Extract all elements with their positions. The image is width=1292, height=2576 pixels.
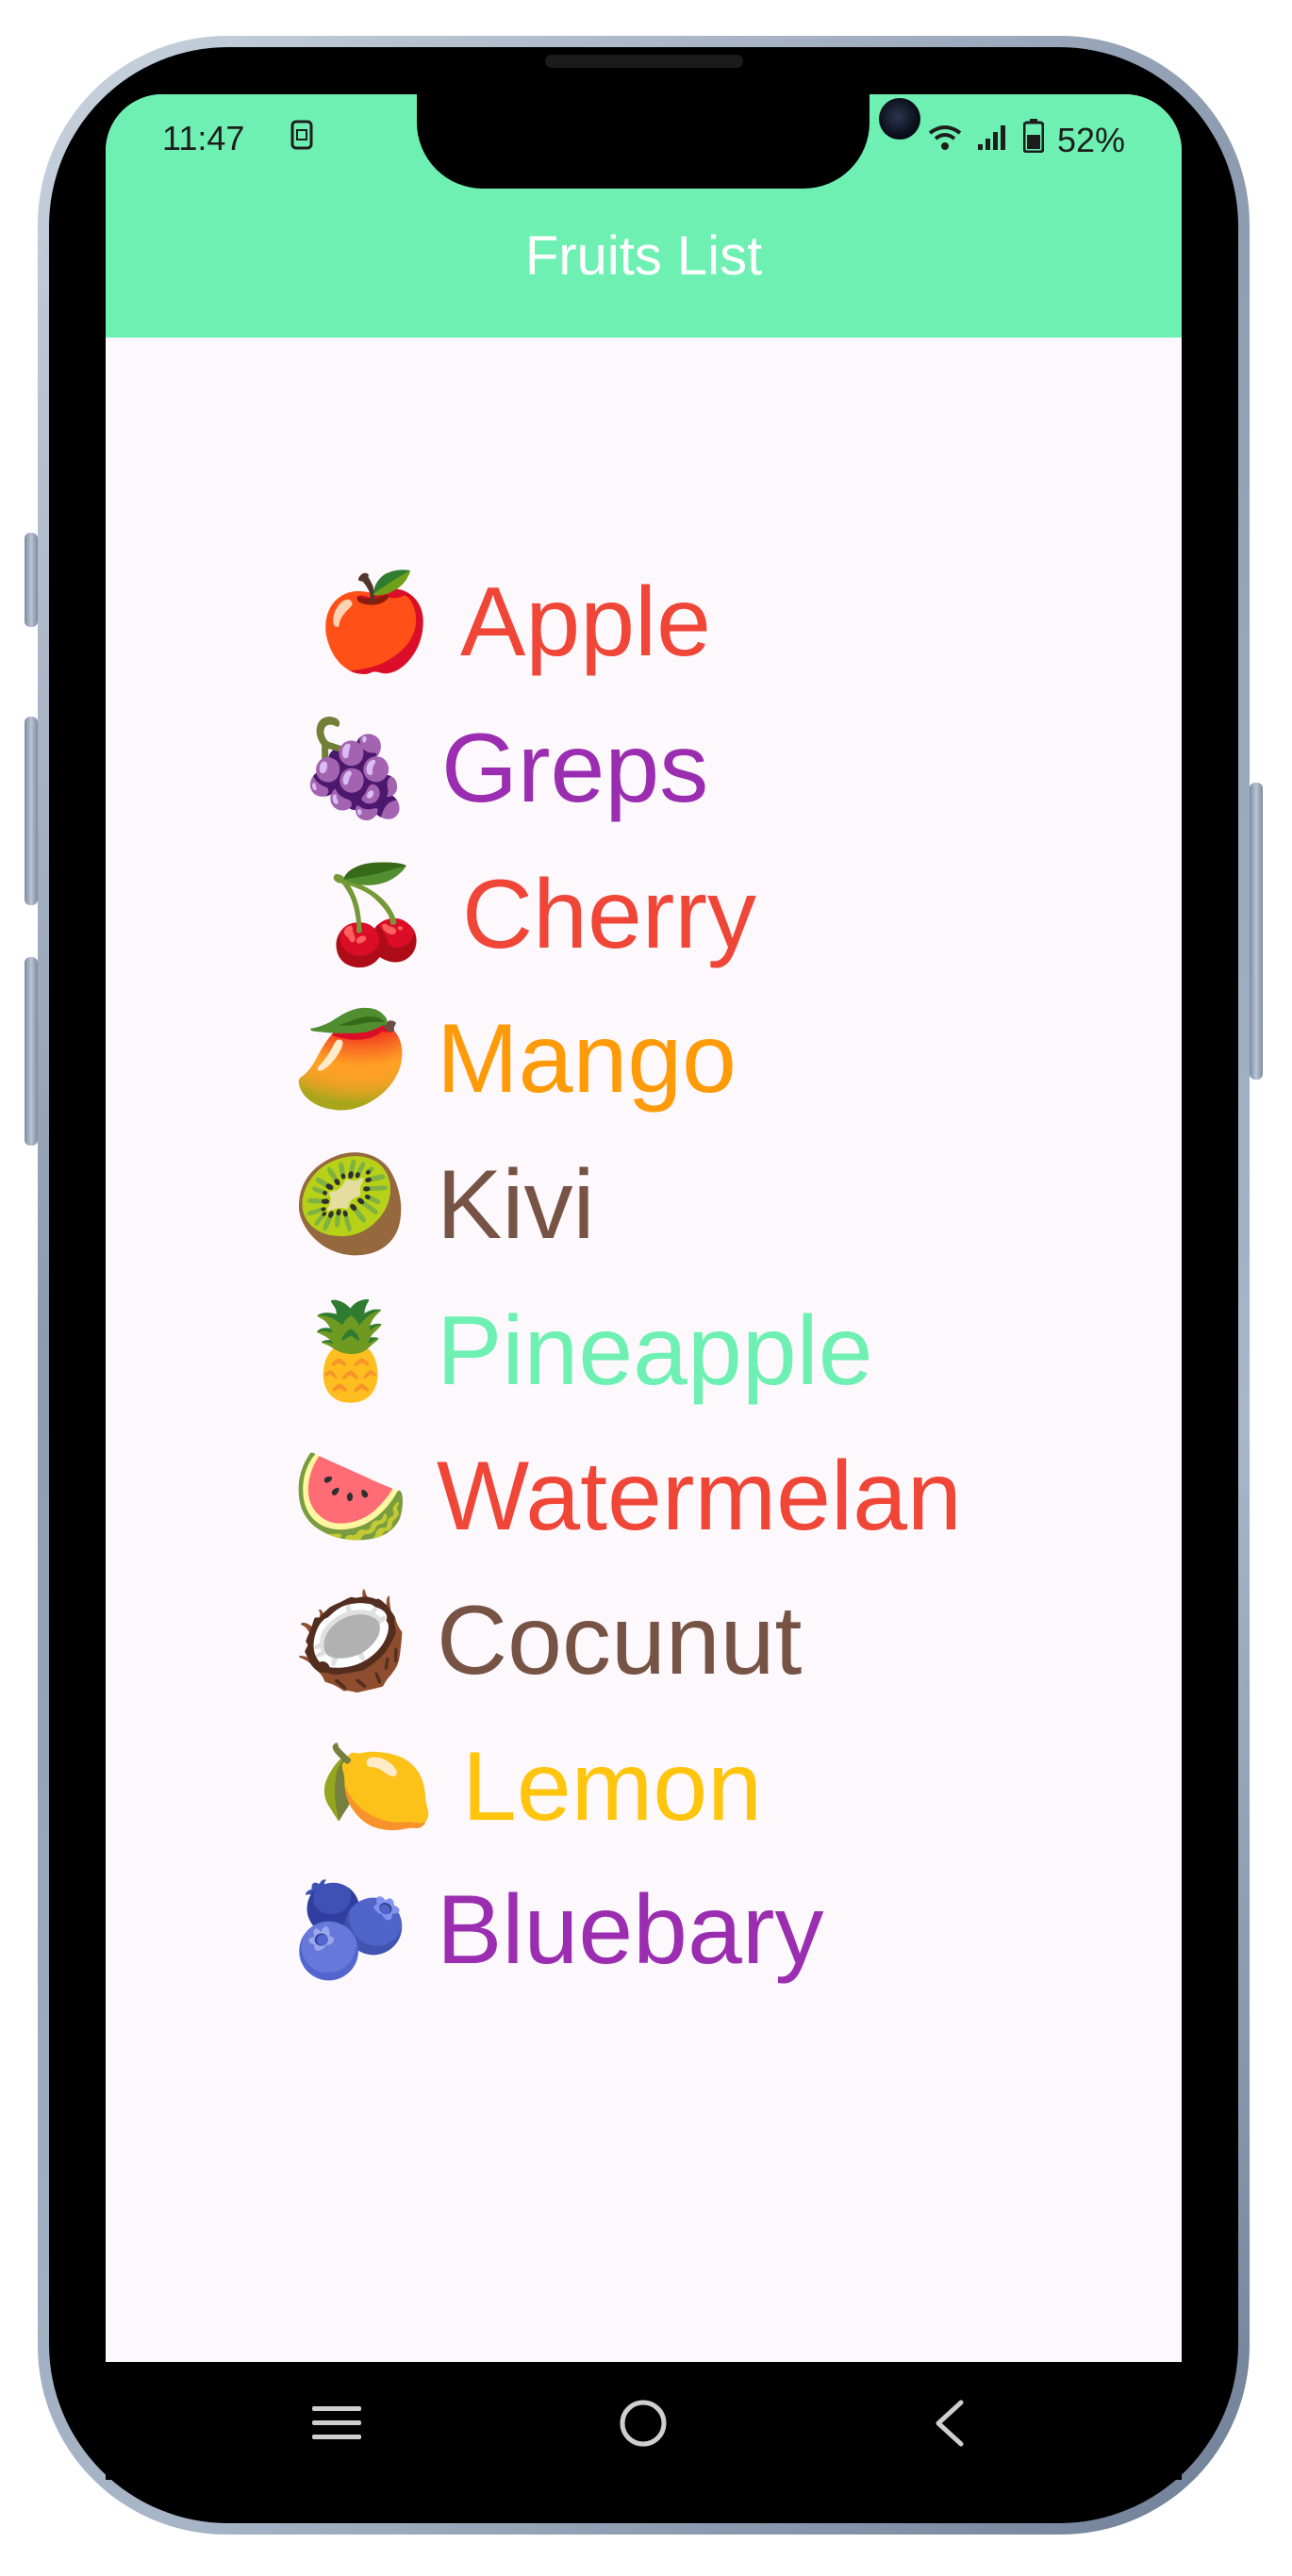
- menu-icon[interactable]: [294, 2381, 379, 2466]
- fruit-icon: 🥥: [291, 1585, 410, 1695]
- fruit-name: Apple: [460, 568, 711, 677]
- fruit-list-item: 🍉 Watermelan: [290, 1435, 962, 1558]
- fruit-name: Greps: [441, 714, 709, 823]
- sim-icon: [290, 119, 314, 159]
- power-button: [1250, 783, 1263, 1080]
- fruit-icon: 🍒: [317, 859, 436, 969]
- home-icon[interactable]: [601, 2381, 686, 2466]
- camera-notch: [417, 94, 920, 189]
- fruit-list-item: 🍒 Cherry: [315, 853, 756, 976]
- battery-percent: 52%: [1056, 120, 1125, 159]
- volume-down-button: [25, 957, 38, 1146]
- wifi-icon: [927, 121, 963, 160]
- fruit-list-item: 🍋 Lemon: [315, 1726, 762, 1848]
- status-time: 11:47: [162, 119, 245, 157]
- fruit-name: Mango: [437, 1004, 737, 1114]
- page-title: Fruits List: [524, 225, 763, 287]
- fruit-name: Cherry: [462, 860, 757, 969]
- fruit-icon: 🥭: [291, 1003, 410, 1114]
- fruit-list-item: 🍎 Apple: [313, 561, 711, 684]
- fruit-icon: 🍎: [315, 567, 434, 677]
- fruit-list-item: 🍇 Greps: [294, 707, 708, 830]
- fruit-name: Cocunut: [437, 1586, 803, 1695]
- front-camera: [879, 98, 920, 140]
- fruit-icon: 🥝: [291, 1149, 410, 1260]
- silent-switch: [25, 533, 38, 627]
- fruit-name: Kivi: [437, 1150, 595, 1260]
- app-bar: 11:47 VoLTE: [106, 94, 1182, 338]
- system-nav-bar: [106, 2362, 1182, 2480]
- fruit-name: Lemon: [462, 1732, 762, 1841]
- fruit-icon: 🍍: [291, 1296, 410, 1406]
- fruit-list-item: 🫐 Bluebary: [290, 1869, 824, 1991]
- back-icon[interactable]: [907, 2381, 992, 2466]
- app-screen: 11:47 VoLTE: [106, 94, 1182, 2409]
- fruit-icon: 🍋: [317, 1731, 436, 1841]
- fruit-list-item: 🥝 Kivi: [290, 1144, 595, 1266]
- fruit-name: Bluebary: [437, 1875, 824, 1985]
- device-mockup: 11:47 VoLTE: [0, 0, 1292, 2576]
- fruit-name: Pineapple: [437, 1296, 873, 1406]
- battery-icon: [1022, 119, 1045, 161]
- volume-up-button: [25, 717, 38, 905]
- fruit-list-item: 🥥 Cocunut: [290, 1579, 803, 1702]
- fruit-list-item: 🍍 Pineapple: [290, 1290, 873, 1412]
- fruit-icon: 🫐: [291, 1874, 410, 1985]
- fruit-icon: 🍇: [296, 713, 415, 823]
- earpiece-speaker: [545, 55, 743, 68]
- fruit-icon: 🍉: [291, 1441, 410, 1551]
- fruit-name: Watermelan: [437, 1442, 962, 1551]
- signal-icon: [976, 121, 1010, 160]
- fruit-list-item: 🥭 Mango: [290, 998, 737, 1120]
